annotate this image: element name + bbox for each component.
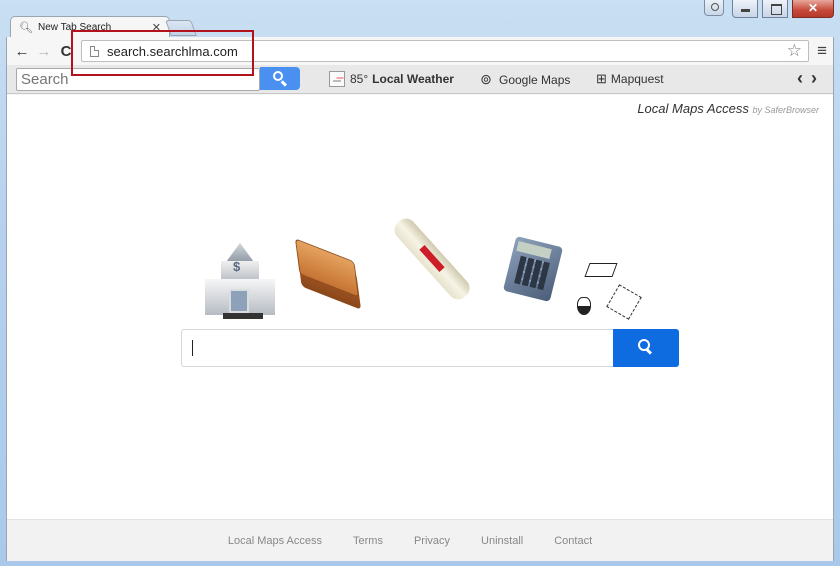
- minimize-button[interactable]: [732, 0, 758, 18]
- toolbar-search-input[interactable]: [16, 68, 260, 91]
- brand-title: Local Maps Access: [637, 101, 749, 116]
- main-search-bar: [181, 329, 679, 367]
- page-content: Local Maps Access by SaferBrowser $ Loca…: [7, 95, 833, 561]
- folded-map-icon: ⊞: [596, 71, 607, 86]
- mapquest-label: Mapquest: [610, 72, 664, 86]
- weather-label: Local Weather: [372, 72, 454, 86]
- illustration-row: $: [197, 214, 647, 325]
- bank-icon: $: [201, 243, 279, 321]
- tab-close-icon[interactable]: ✕: [152, 21, 161, 34]
- footer-link-privacy[interactable]: Privacy: [414, 535, 450, 547]
- science-doodle-icon: [571, 263, 647, 323]
- main-search-input[interactable]: [181, 329, 613, 367]
- footer-link-contact[interactable]: Contact: [554, 535, 592, 547]
- window-controls: [704, 0, 834, 18]
- search-icon: [638, 339, 650, 351]
- footer-link-local-maps-access[interactable]: Local Maps Access: [228, 535, 322, 547]
- url-text[interactable]: search.searchlma.com: [107, 44, 787, 59]
- bookmark-star-icon[interactable]: ☆: [787, 41, 802, 61]
- calculator-icon: [502, 236, 564, 302]
- chrome-menu-icon[interactable]: ≡: [817, 41, 827, 61]
- maximize-button[interactable]: [762, 0, 788, 18]
- search-icon: [273, 71, 283, 81]
- map-pin-icon: ⊚: [480, 71, 492, 87]
- brand-label: Local Maps Access by SaferBrowser: [637, 101, 819, 116]
- chevron-left-icon[interactable]: ‹: [797, 68, 811, 88]
- chevron-right-icon[interactable]: ›: [811, 68, 825, 88]
- weather-icon: [329, 71, 345, 87]
- footer-link-terms[interactable]: Terms: [353, 535, 383, 547]
- google-maps-link[interactable]: ⊚ Google Maps: [477, 71, 570, 88]
- navigation-bar: ← → C search.searchlma.com ☆ ≡: [7, 37, 833, 65]
- weather-temp: 85°: [350, 72, 369, 86]
- page-icon: [90, 45, 99, 57]
- toolbar-search-button[interactable]: [260, 67, 300, 90]
- search-icon: 🔍︎: [19, 22, 33, 34]
- back-button[interactable]: ←: [11, 43, 33, 60]
- main-search-button[interactable]: [613, 329, 679, 367]
- reload-button[interactable]: C: [55, 43, 77, 60]
- window-titlebar: 🔍︎ New Tab Search ✕: [0, 0, 840, 38]
- footer-link-uninstall[interactable]: Uninstall: [481, 535, 523, 547]
- browser-tab[interactable]: 🔍︎ New Tab Search ✕: [10, 16, 170, 38]
- brand-by: by SaferBrowser: [752, 105, 819, 115]
- text-caret: [192, 340, 193, 356]
- local-weather-link[interactable]: 85° Local Weather: [329, 71, 454, 87]
- extension-toolbar: 85° Local Weather ⊚ Google Maps ⊞ Mapque…: [7, 65, 833, 94]
- footer: Local Maps Access Terms Privacy Uninstal…: [7, 519, 833, 561]
- books-icon: [293, 238, 363, 310]
- new-tab-button[interactable]: [165, 20, 197, 36]
- profile-icon[interactable]: [704, 0, 724, 16]
- browser-window: ← → C search.searchlma.com ☆ ≡ 85° Local…: [6, 37, 834, 561]
- google-maps-label: Google Maps: [499, 72, 571, 87]
- address-bar[interactable]: search.searchlma.com ☆: [81, 40, 809, 62]
- diploma-scroll-icon: [383, 214, 481, 311]
- tab-title: New Tab Search: [37, 22, 112, 33]
- forward-button[interactable]: →: [33, 43, 55, 60]
- mapquest-link[interactable]: ⊞ Mapquest: [596, 71, 664, 87]
- close-window-button[interactable]: [792, 0, 834, 18]
- toolbar-scroll-arrows: ‹›: [797, 68, 825, 89]
